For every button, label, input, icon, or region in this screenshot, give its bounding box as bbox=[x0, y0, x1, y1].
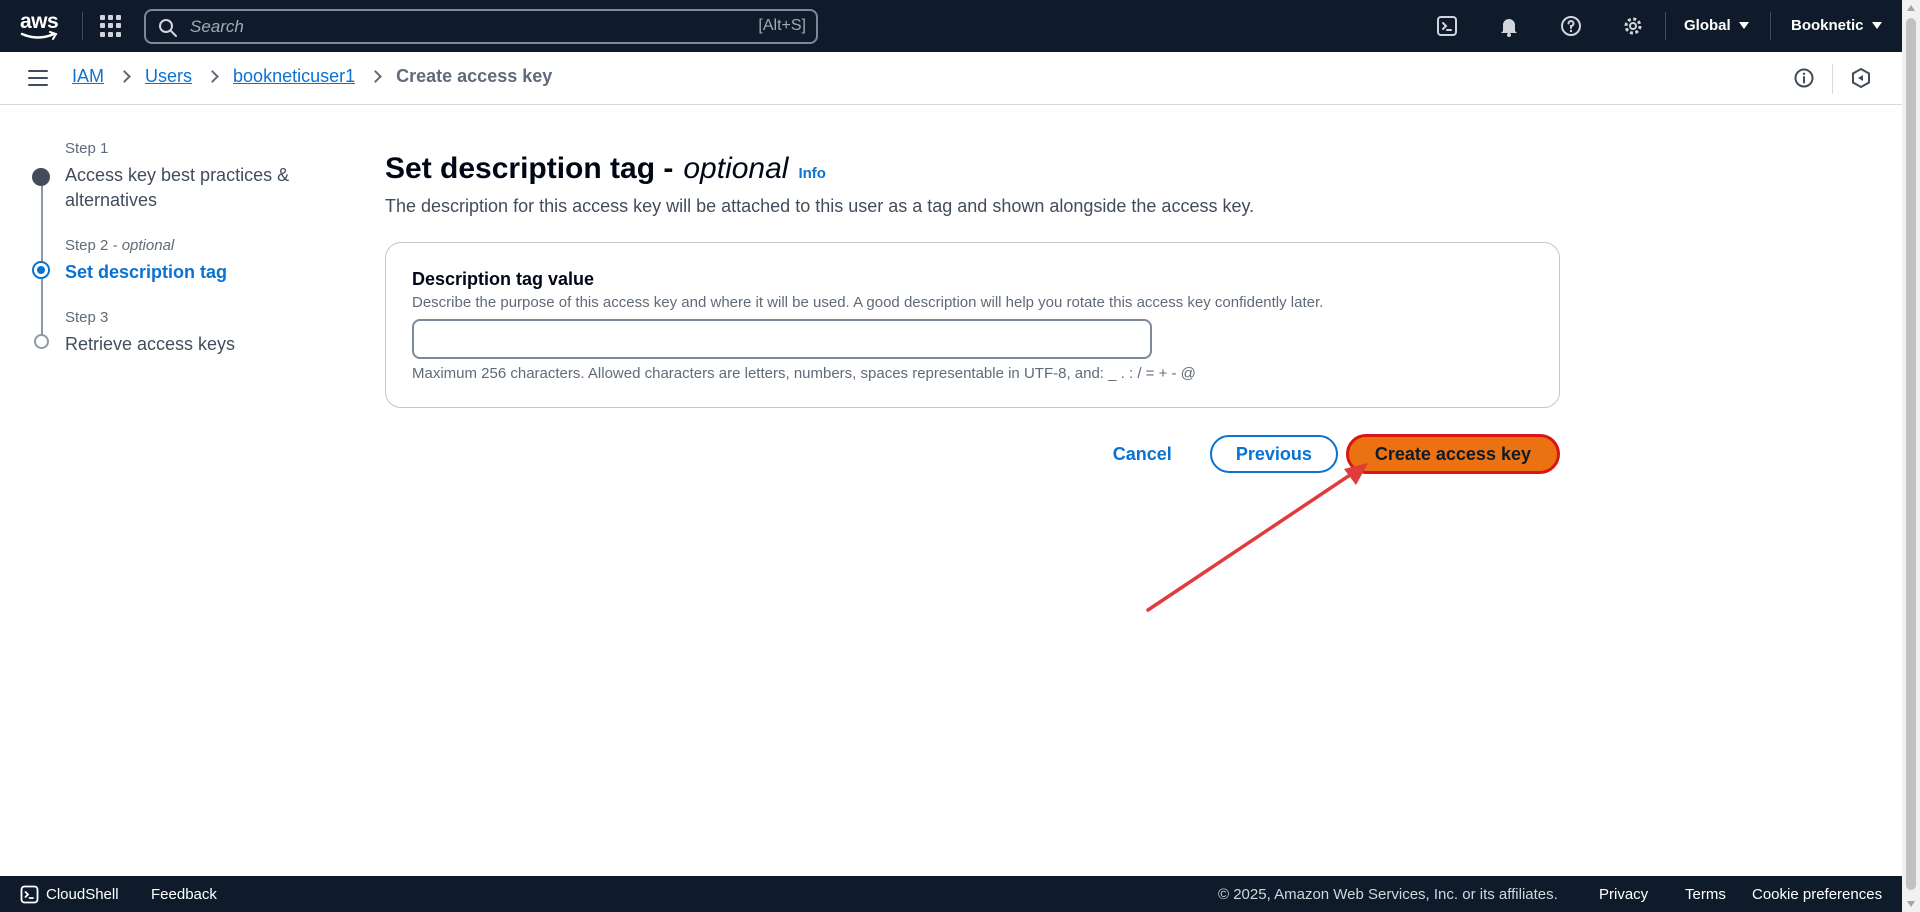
caret-down-icon bbox=[1738, 22, 1749, 29]
tools-panel-icon[interactable] bbox=[1850, 67, 1872, 89]
scrollbar-thumb[interactable] bbox=[1906, 18, 1916, 890]
step-2-label: Step 2 - optional bbox=[65, 237, 175, 254]
search-icon bbox=[159, 19, 177, 37]
breadcrumb: IAM Users bookneticuser1 Create access k… bbox=[72, 66, 552, 87]
info-link[interactable]: Info bbox=[798, 165, 826, 182]
aws-logo[interactable]: aws bbox=[20, 10, 62, 40]
step-3-label: Step 3 bbox=[65, 309, 109, 326]
footer-cookie-preferences[interactable]: Cookie preferences bbox=[1752, 886, 1882, 903]
step-2: Step 2 - optional Set description tag bbox=[30, 237, 330, 285]
step-3-title: Retrieve access keys bbox=[65, 334, 236, 354]
chevron-right-icon bbox=[206, 70, 219, 83]
settings-icon[interactable] bbox=[1621, 14, 1645, 38]
page-title: Set description tag - optional Info bbox=[385, 152, 1560, 186]
aws-smile-icon bbox=[20, 31, 58, 40]
page-description: The description for this access key will… bbox=[385, 196, 1255, 216]
description-tag-card: Description tag value Describe the purpo… bbox=[385, 242, 1560, 408]
scroll-down-icon[interactable] bbox=[1907, 901, 1915, 907]
page-title-optional: optional bbox=[683, 152, 789, 185]
search-placeholder: Search bbox=[190, 17, 244, 36]
services-grid-icon[interactable] bbox=[100, 15, 122, 37]
cloudshell-icon[interactable] bbox=[20, 885, 39, 904]
menu-icon[interactable] bbox=[28, 70, 48, 86]
chevron-right-icon bbox=[118, 70, 131, 83]
breadcrumb-bar: IAM Users bookneticuser1 Create access k… bbox=[0, 52, 1902, 105]
step-1-label: Step 1 bbox=[65, 140, 109, 157]
footer-terms[interactable]: Terms bbox=[1685, 886, 1726, 903]
field-description: Describe the purpose of this access key … bbox=[412, 294, 1324, 311]
caret-down-icon bbox=[1871, 22, 1882, 29]
footer-privacy[interactable]: Privacy bbox=[1599, 886, 1648, 903]
chevron-right-icon bbox=[369, 70, 382, 83]
breadcrumb-divider bbox=[1832, 64, 1833, 94]
scrollbar[interactable] bbox=[1902, 0, 1920, 912]
annotation-arrow bbox=[1146, 463, 1368, 612]
account-menu[interactable]: Booknetic bbox=[1791, 17, 1882, 34]
nav-divider bbox=[1770, 12, 1771, 40]
wizard-steps: Step 1 Access key best practices & alter… bbox=[30, 140, 330, 357]
search-shortcut: [Alt+S] bbox=[758, 17, 806, 34]
help-icon[interactable] bbox=[1559, 14, 1583, 38]
step-2-title: Set description tag bbox=[65, 262, 228, 282]
field-constraint: Maximum 256 characters. Allowed characte… bbox=[412, 365, 1196, 382]
aws-logo-text: aws bbox=[20, 10, 59, 33]
account-label: Booknetic bbox=[1791, 17, 1864, 34]
search-box[interactable]: Search [Alt+S] bbox=[144, 9, 818, 44]
nav-divider bbox=[82, 12, 83, 40]
page-title-text: Set description tag - bbox=[385, 152, 674, 185]
breadcrumb-iam[interactable]: IAM bbox=[72, 66, 104, 87]
footer: CloudShell Feedback © 2025, Amazon Web S… bbox=[0, 876, 1902, 912]
step-3: Step 3 Retrieve access keys bbox=[30, 309, 330, 357]
info-icon[interactable] bbox=[1793, 67, 1815, 89]
region-label: Global bbox=[1684, 17, 1731, 34]
main-content: Set description tag - optional Info The … bbox=[385, 152, 1560, 474]
breadcrumb-users[interactable]: Users bbox=[145, 66, 192, 87]
step-1: Step 1 Access key best practices & alter… bbox=[30, 140, 330, 213]
scroll-up-icon[interactable] bbox=[1907, 5, 1915, 11]
description-tag-input[interactable] bbox=[412, 319, 1152, 359]
bell-icon[interactable] bbox=[1497, 14, 1521, 38]
footer-feedback[interactable]: Feedback bbox=[151, 886, 217, 903]
footer-cloudshell[interactable]: CloudShell bbox=[46, 886, 119, 903]
breadcrumb-user[interactable]: bookneticuser1 bbox=[233, 66, 355, 87]
top-navigation: aws Search [Alt+S] Global Booknetic bbox=[0, 0, 1902, 52]
nav-divider bbox=[1665, 12, 1666, 40]
footer-copyright: © 2025, Amazon Web Services, Inc. or its… bbox=[1218, 886, 1558, 903]
region-selector[interactable]: Global bbox=[1684, 17, 1749, 34]
field-label: Description tag value bbox=[412, 269, 595, 289]
cloudshell-icon[interactable] bbox=[1435, 14, 1459, 38]
breadcrumb-current: Create access key bbox=[396, 66, 553, 86]
step-1-title[interactable]: Access key best practices & alternatives bbox=[65, 163, 330, 213]
